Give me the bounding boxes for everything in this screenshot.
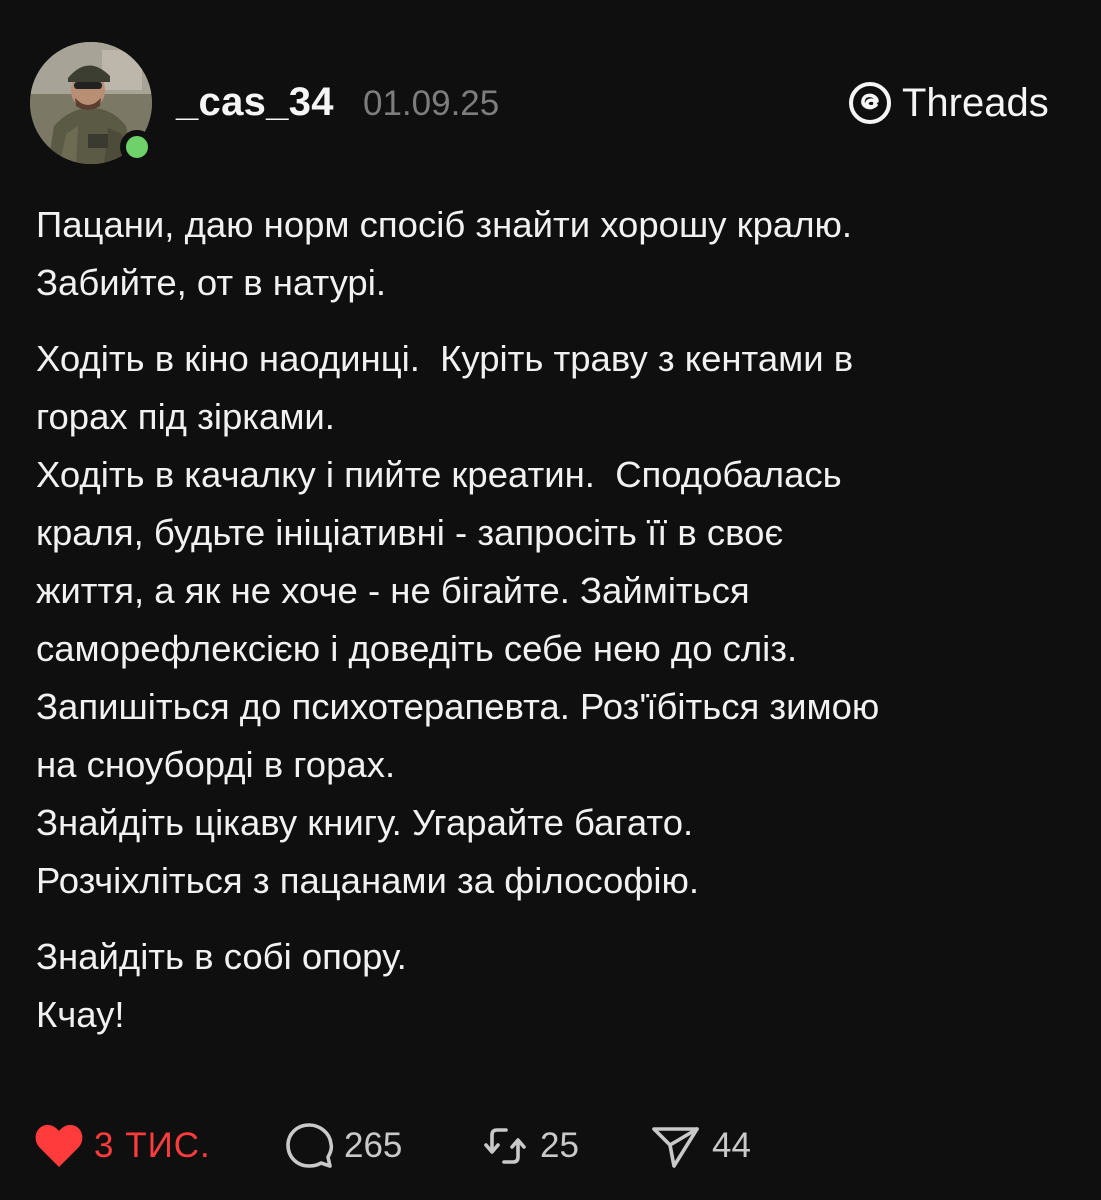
post-header: _cas_34 01.09.25 Threads	[0, 0, 1101, 170]
reply-button[interactable]: 265	[284, 1116, 402, 1176]
post-paragraph: Ходіть в качалку і пийте креатин. Сподоб…	[36, 454, 842, 669]
avatar[interactable]	[30, 42, 154, 164]
post-text: Пацани, даю норм спосіб знайти хорошу кр…	[36, 196, 1076, 1044]
post-paragraph: Пацани, даю норм спосіб знайти хорошу кр…	[36, 204, 853, 303]
post-date: 01.09.25	[363, 84, 500, 123]
online-status-dot	[120, 130, 154, 164]
comment-bubble-icon	[286, 1123, 334, 1168]
post-paragraph: Ходіть в кіно наодинці. Куріть траву з к…	[36, 338, 854, 437]
send-icon	[652, 1127, 699, 1168]
repost-icon	[484, 1128, 526, 1164]
repost-button[interactable]: 25	[480, 1116, 579, 1176]
share-count: 44	[712, 1126, 751, 1165]
post-paragraph: Знайдіть цікаву книгу. Угарайте багато. …	[36, 802, 699, 901]
reply-count: 265	[344, 1126, 403, 1165]
post-paragraph: Знайдіть в собі опору. Кчау!	[36, 936, 407, 1035]
share-button[interactable]: 44	[650, 1116, 751, 1176]
post-paragraph: Запишіться до психотерапевта. Роз'їбітьс…	[36, 686, 880, 785]
like-button[interactable]: 3 ТИС.	[34, 1116, 211, 1176]
post-actions-bar: 3 ТИС. 265 25 44	[34, 1116, 1074, 1176]
repost-count: 25	[540, 1126, 579, 1165]
threads-label: Threads	[902, 80, 1049, 125]
username-link[interactable]: _cas_34	[176, 80, 334, 125]
heart-filled-icon	[35, 1124, 83, 1167]
threads-brand: Threads	[846, 79, 1049, 127]
threads-logo-icon	[849, 82, 891, 124]
like-count: 3 ТИС.	[94, 1126, 211, 1165]
